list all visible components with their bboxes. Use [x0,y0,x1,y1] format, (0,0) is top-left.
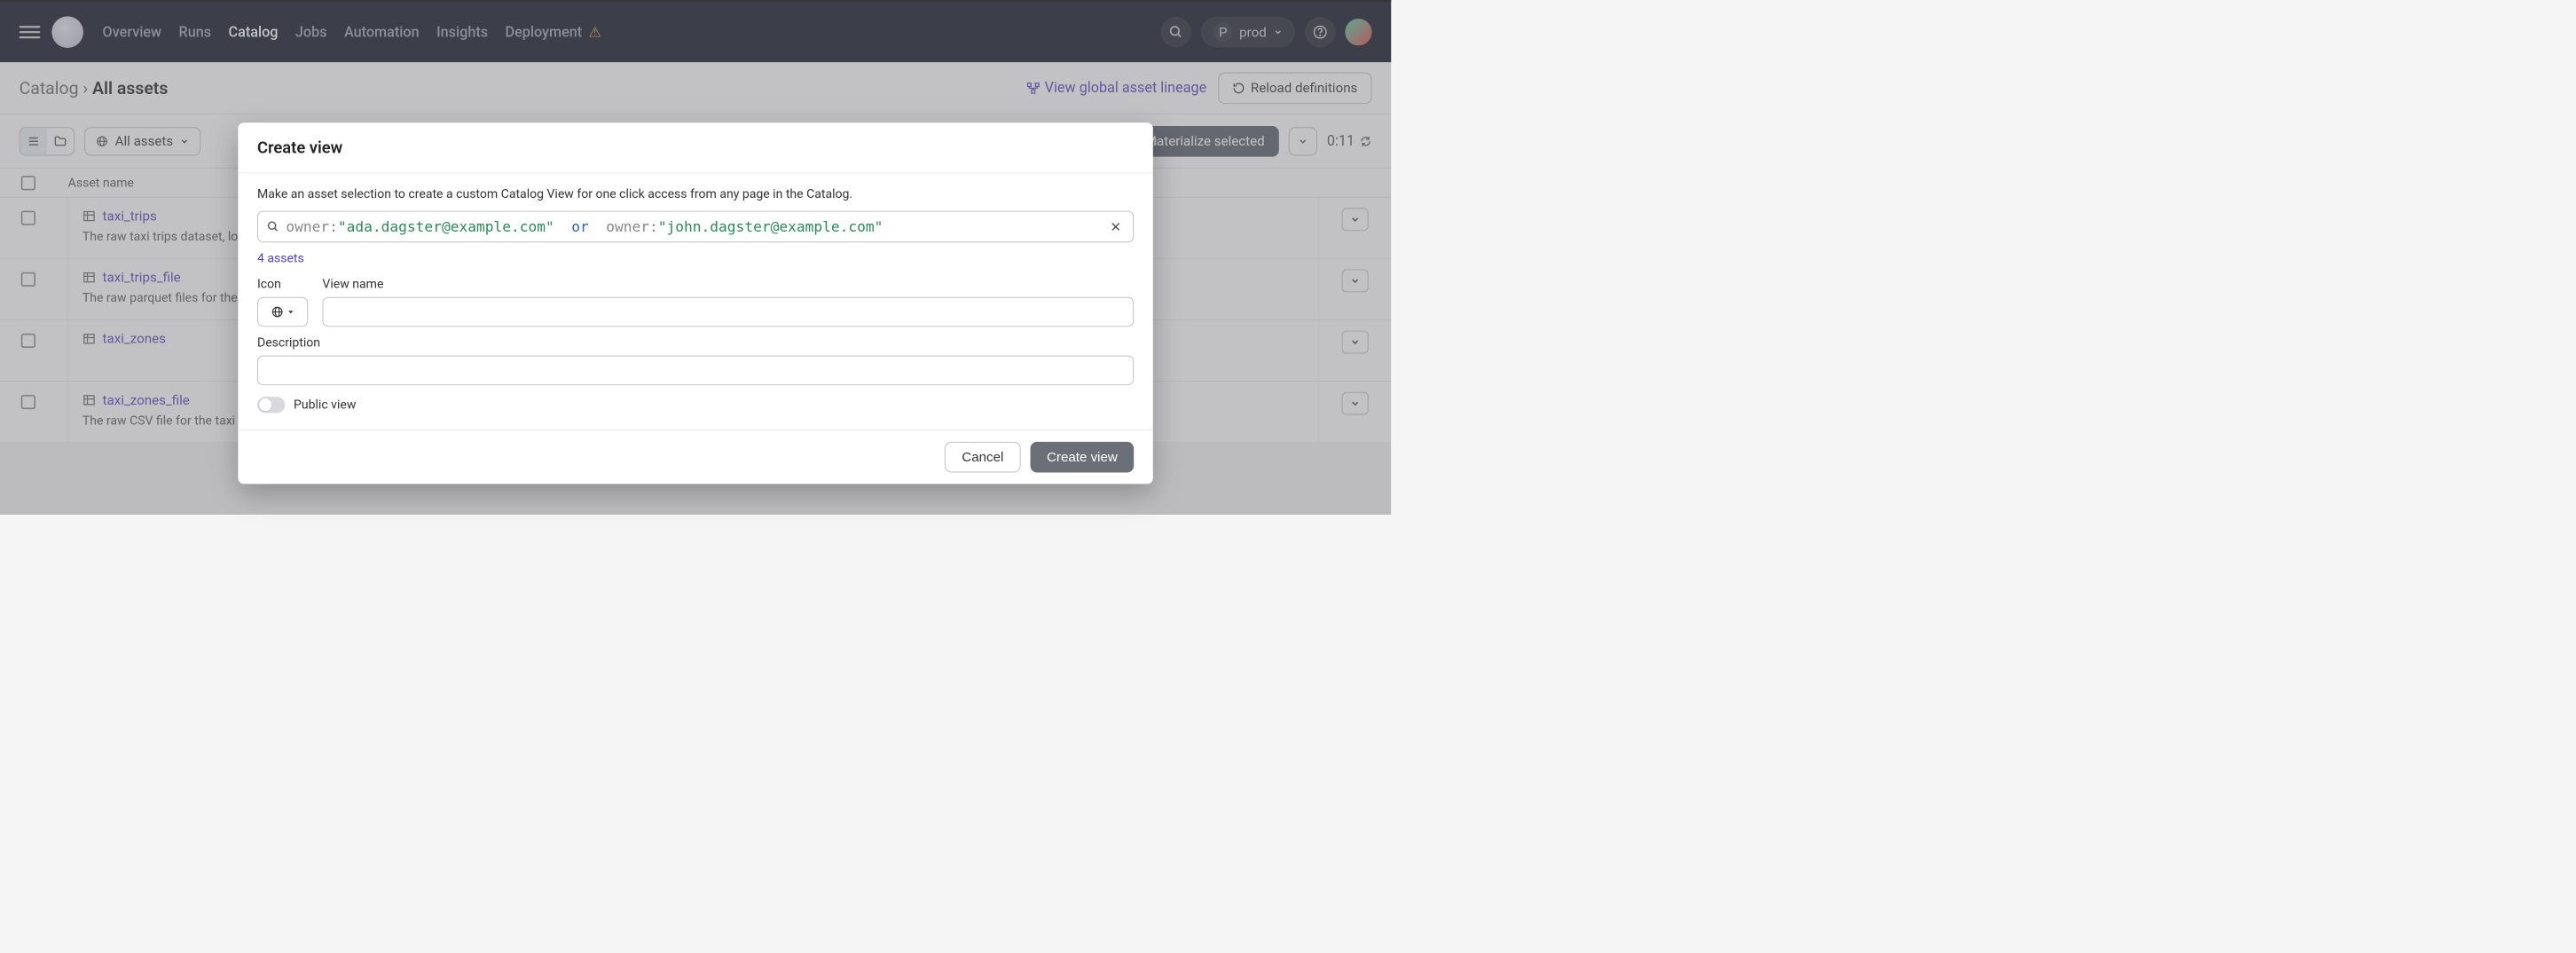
search-icon [267,220,279,232]
create-view-modal: Create view Make an asset selection to c… [238,122,1152,484]
cancel-button[interactable]: Cancel [945,442,1021,473]
public-view-toggle[interactable] [257,397,285,413]
clear-query-button[interactable]: ✕ [1107,219,1124,235]
modal-help-text: Make an asset selection to create a cust… [257,187,1134,201]
icon-picker[interactable] [257,297,308,327]
public-view-label: Public view [294,398,356,412]
asset-selection-input[interactable]: owner:"ada.dagster@example.com" or owner… [257,211,1134,243]
matched-assets-link[interactable]: 4 assets [257,251,304,265]
create-view-button[interactable]: Create view [1031,442,1135,473]
icon-label: Icon [257,277,308,291]
caret-down-icon [287,309,295,316]
modal-footer: Cancel Create view [238,429,1152,484]
view-name-label: View name [322,277,1134,291]
description-input[interactable] [257,356,1134,385]
modal-overlay[interactable]: Create view Make an asset selection to c… [0,0,1391,515]
globe-icon [271,306,284,319]
query-text: owner:"ada.dagster@example.com" or owner… [286,218,1100,235]
modal-title: Create view [238,122,1152,173]
description-label: Description [257,335,1134,350]
view-name-input[interactable] [322,297,1134,327]
